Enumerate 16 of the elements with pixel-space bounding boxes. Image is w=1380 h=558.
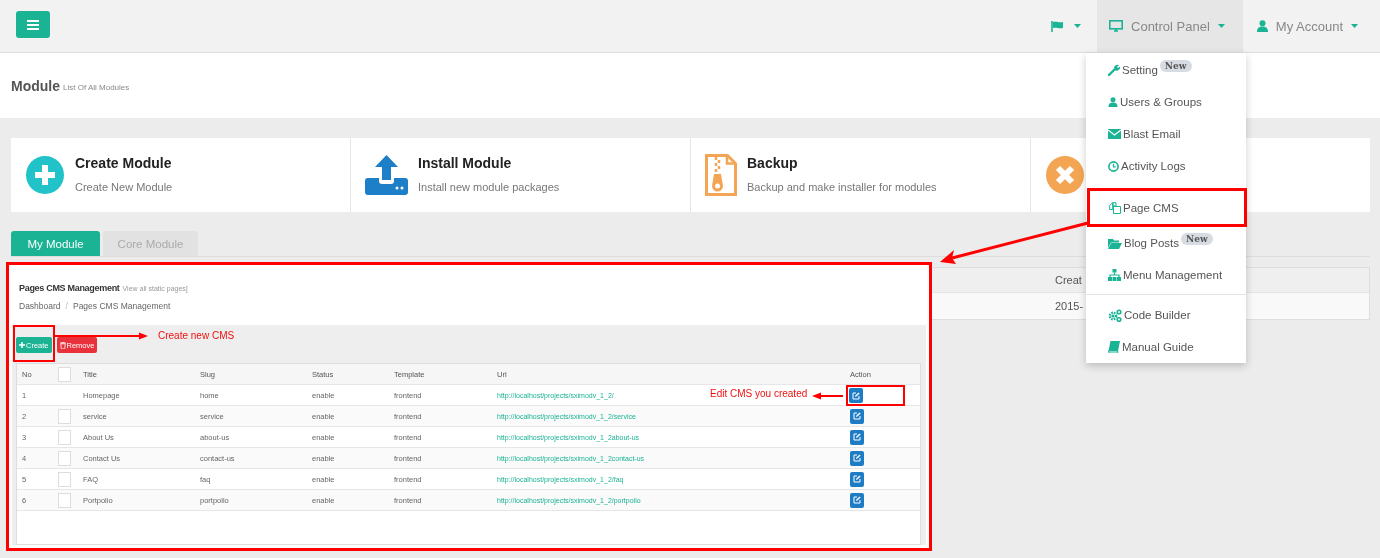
card-title: Backup: [747, 155, 799, 171]
page-title: Module: [11, 77, 60, 94]
card-description: Create New Module: [75, 181, 173, 193]
card-title: Create Module: [75, 155, 173, 171]
card-title: Install Module: [418, 155, 513, 171]
new-badge: New: [1159, 60, 1192, 72]
breadcrumb-separator: /: [65, 301, 68, 311]
card-description: Backup and make installer for modules: [747, 181, 937, 193]
column-header: Creat: [1055, 274, 1082, 286]
annotation-note: Create new CMS: [158, 330, 235, 341]
annotation-note: Edit CMS you created: [710, 388, 808, 399]
new-badge: New: [1181, 233, 1213, 245]
table-cell: 2015-: [1055, 300, 1084, 312]
page-title: Pages CMS Management: [19, 283, 120, 293]
card-description: Install new module packages: [418, 181, 560, 193]
page-subtitle: List Of All Modules: [63, 82, 130, 92]
